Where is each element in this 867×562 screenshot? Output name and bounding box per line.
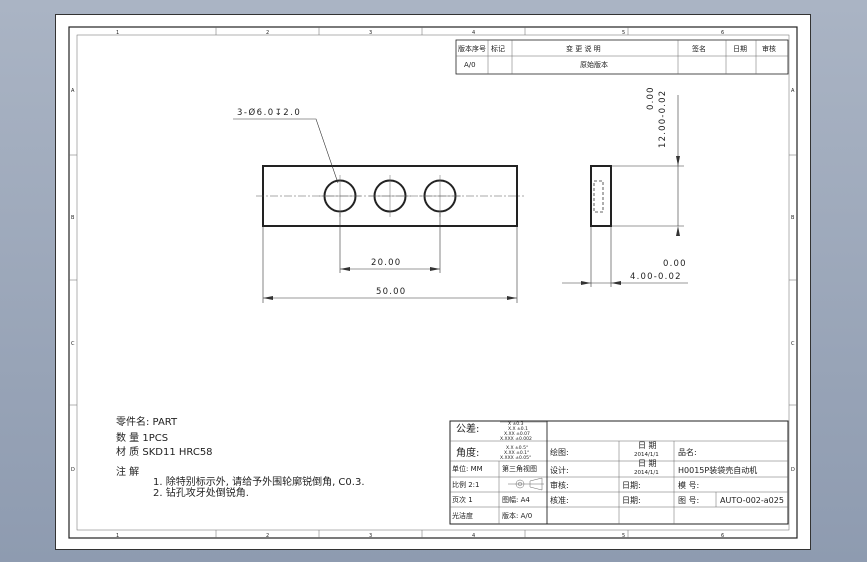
zone-bottom-6: 6 (721, 533, 724, 539)
design-label: 设计: (550, 465, 569, 475)
zone-left-b: B (71, 215, 75, 221)
pitch-dim-value: 20.00 (371, 258, 401, 268)
rev-header-review: 审核 (762, 44, 776, 53)
zone-right-c: C (791, 341, 795, 347)
height-dim-zero: 0.00 (646, 86, 656, 110)
zone-left-a: A (71, 88, 75, 94)
date-label-1: 日 期 (638, 441, 657, 450)
zone-top-5: 5 (622, 30, 625, 36)
date-1: 2014/1/1 (634, 452, 659, 458)
product-name: H0015P装袋壳自动机 (678, 465, 757, 475)
rev-header-desc: 变 更 说 明 (566, 44, 601, 53)
paper-size: 图幅: A4 (502, 495, 530, 504)
rev-header-sign: 签名 (692, 44, 706, 53)
material: 材 质 SKD11 HRC58 (116, 445, 213, 458)
note-1: 1. 除特别标示外, 请给予外围轮廓锐倒角, C0.3. (153, 475, 365, 488)
height-dim-value: 12.00-0.02 (658, 90, 668, 148)
zone-top-1: 1 (116, 30, 119, 36)
zone-top-2: 2 (266, 30, 269, 36)
angle-label: 角度: (456, 446, 479, 459)
thickness-dim-zero: 0.00 (663, 259, 687, 269)
tolerance-label: 公差: (456, 422, 479, 435)
zone-bottom-4: 4 (472, 533, 475, 539)
date-2: 2014/1/1 (634, 470, 659, 476)
length-dim-value: 50.00 (376, 287, 406, 297)
rev-header-date: 日期 (733, 45, 747, 53)
date-label-2: 日 期 (638, 459, 657, 468)
zone-top-4: 4 (472, 30, 475, 36)
hole-2 (369, 175, 411, 217)
zone-ticks (69, 27, 797, 538)
zone-left-c: C (71, 341, 75, 347)
zone-top-3: 3 (369, 30, 372, 36)
zone-bottom-2: 2 (266, 533, 269, 539)
finish: 光洁度 (452, 511, 473, 520)
zone-top-6: 6 (721, 30, 724, 36)
approve-date-label: 日期: (622, 496, 641, 505)
projection: 第三角视图 (502, 464, 537, 473)
zone-right-d: D (791, 467, 795, 473)
rev-header-version: 版本序号 (458, 44, 486, 53)
zone-bottom-3: 3 (369, 533, 372, 539)
zone-right-a: A (791, 88, 795, 94)
zone-right-b: B (791, 215, 795, 221)
draw-label: 绘图: (550, 447, 569, 457)
scale: 比例 2:1 (452, 480, 480, 489)
inner-frame (68, 26, 798, 539)
zone-bottom-1: 1 (116, 533, 119, 539)
review-date-label: 日期: (622, 481, 641, 490)
notes-block: 零件名: PART 数 量 1PCS 材 质 SKD11 HRC58 注 解 1… (116, 415, 365, 499)
rev-row-version: A/0 (464, 61, 476, 69)
revision-table: 版本序号 标记 变 更 说 明 签名 日期 审核 A/0 原始版本 (455, 39, 789, 75)
projection-symbol-icon (508, 477, 544, 491)
drawing-sheet: 1 2 3 4 5 6 1 2 3 4 5 6 A B C D A B C D … (55, 14, 811, 550)
quantity: 数 量 1PCS (116, 431, 168, 444)
note-2: 2. 钻孔攻牙处倒锐角. (153, 486, 249, 499)
approve-label: 核准: (550, 495, 569, 505)
hole-1 (319, 175, 361, 217)
drawing-canvas: 1 2 3 4 5 6 1 2 3 4 5 6 A B C D A B C D … (68, 26, 798, 539)
zone-bottom-5: 5 (622, 533, 625, 539)
hole-callout-leader (233, 118, 339, 184)
hole-3 (419, 175, 461, 217)
drawing-no-label: 图 号: (678, 496, 699, 505)
rev-row-description: 原始版本 (580, 60, 608, 69)
rev-header-mark: 标记 (491, 44, 505, 53)
notes-title: 注 解 (116, 465, 139, 478)
part-name: 零件名: PART (116, 415, 178, 428)
thickness-dim-value: 4.00-0.02 (630, 272, 682, 282)
side-view: 0.00 12.00-0.02 0.00 4.00-0.02 (562, 86, 688, 287)
pages: 页次 1 (452, 495, 473, 504)
tol-4: X.XXX ±0.002 (500, 436, 532, 442)
hole-callout: 3-Ø6.0↧2.0 (237, 107, 301, 118)
drawing-no: AUTO-002-a025 (720, 496, 784, 505)
product-label: 品名: (678, 447, 697, 457)
ang-3: X.XXX ±0.05° (500, 455, 531, 461)
review-label: 审核: (550, 480, 569, 490)
model-label: 模 号: (678, 480, 699, 490)
revision: 版本: A/0 (502, 511, 532, 520)
front-view: 3-Ø6.0↧2.0 20.00 50.00 (233, 107, 524, 303)
title-block: 公差: X ±0.3 X.X ±0.1 X.XX ±0.07 X.XXX ±0.… (449, 420, 789, 525)
zone-left-d: D (71, 467, 75, 473)
unit: 单位: MM (452, 464, 483, 473)
